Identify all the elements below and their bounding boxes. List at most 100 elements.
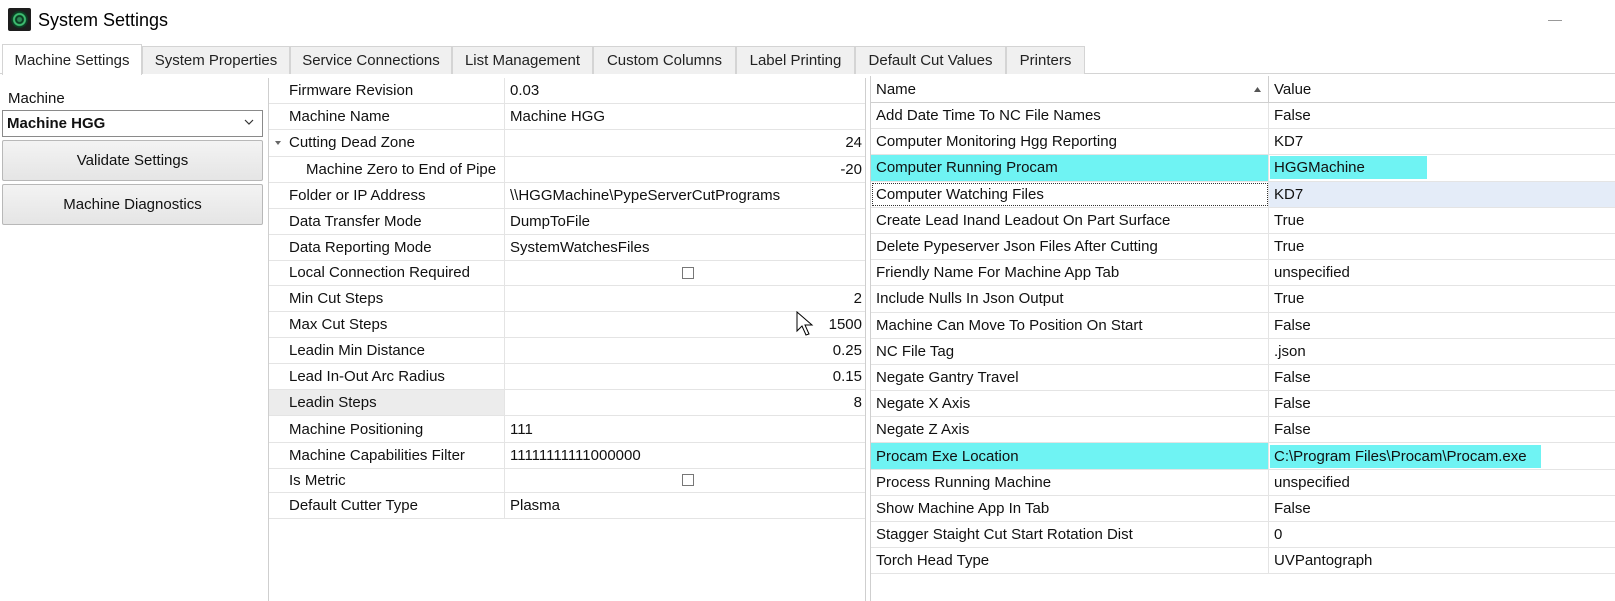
table-row[interactable]: Show Machine App In Tab False [871,495,1615,522]
property-name: Local Connection Required [269,261,505,285]
setting-value[interactable]: False [1270,417,1615,442]
property-row[interactable]: Leadin Min Distance 0.25 [269,337,865,365]
property-row[interactable]: Machine Zero to End of Pipe -20 [269,156,865,183]
property-value[interactable]: DumpToFile [506,209,865,234]
property-row[interactable]: Leadin Steps 8 [269,390,865,417]
column-header-name[interactable]: Name [871,76,1269,102]
property-value[interactable]: 0.15 [506,364,865,389]
setting-value[interactable]: True [1270,234,1615,259]
machine-diagnostics-button[interactable]: Machine Diagnostics [2,184,263,225]
column-header-value[interactable]: Value [1270,76,1615,102]
minimize-button[interactable] [1542,12,1570,28]
property-value[interactable]: -20 [506,157,865,182]
property-row[interactable]: Default Cutter Type Plasma [269,493,865,520]
property-row[interactable]: Machine Capabilities Filter 1111111111100… [269,442,865,469]
setting-value[interactable]: unspecified [1270,470,1615,495]
tab-system-properties[interactable]: System Properties [142,46,290,74]
window-title: System Settings [38,10,169,30]
table-row[interactable]: Machine Can Move To Position On Start Fal… [871,312,1615,339]
tab-printers[interactable]: Printers [1006,46,1085,74]
property-value[interactable]: 11111111111000000 [506,443,865,468]
table-header: Name Value [871,76,1615,103]
property-row[interactable]: Min Cut Steps 2 [269,285,865,312]
property-value[interactable]: Plasma [506,493,865,518]
tab-machine-settings[interactable]: Machine Settings [2,44,142,75]
setting-value[interactable]: False [1270,365,1615,390]
property-value[interactable]: 24 [506,130,865,155]
highlighted-value: HGGMachine [1270,156,1427,180]
property-row[interactable]: Local Connection Required [269,261,865,286]
sort-ascending-icon [1254,87,1261,92]
table-row[interactable]: Torch Head Type UVPantograph [871,548,1615,575]
property-value[interactable]: 1500 [506,312,865,337]
setting-value[interactable]: 0 [1270,522,1615,547]
table-row[interactable]: Computer Running Procam HGGMachine [871,155,1615,182]
table-row[interactable]: Negate X Axis False [871,391,1615,418]
checkbox[interactable] [681,266,694,279]
tab-default-cut-values[interactable]: Default Cut Values [855,46,1006,74]
property-name: Default Cutter Type [269,493,505,519]
setting-value[interactable]: False [1270,391,1615,416]
table-row[interactable]: Process Running Machine unspecified [871,469,1615,496]
tab-custom-columns[interactable]: Custom Columns [593,46,736,74]
table-row[interactable]: Add Date Time To NC File Names False [871,103,1615,130]
property-checkbox-cell[interactable] [506,261,865,284]
property-checkbox-cell[interactable] [506,469,865,492]
setting-name: Computer Running Procam [871,155,1269,181]
property-value[interactable]: \\HGGMachine\PypeServerCutPrograms [506,183,865,208]
table-row[interactable]: Computer Monitoring Hgg Reporting KD7 [871,129,1615,156]
table-row[interactable]: Create Lead Inand Leadout On Part Surfac… [871,207,1615,234]
property-row[interactable]: Data Transfer Mode DumpToFile [269,208,865,236]
property-value[interactable]: Machine HGG [506,104,865,129]
table-row[interactable]: Friendly Name For Machine App Tab unspeci… [871,260,1615,287]
property-row[interactable]: Folder or IP Address \\HGGMachine\PypeSer… [269,182,865,209]
property-row[interactable]: Firmware Revision 0.03 [269,78,865,105]
property-value[interactable]: 0.25 [506,338,865,363]
property-value[interactable]: 2 [506,286,865,311]
property-row[interactable]: Cutting Dead Zone 24 [269,130,865,157]
table-row[interactable]: Negate Z Axis False [871,417,1615,444]
property-row[interactable]: Machine Positioning 111 [269,416,865,443]
property-row[interactable]: Data Reporting Mode SystemWatchesFiles [269,235,865,262]
setting-value[interactable]: True [1270,286,1615,311]
property-value[interactable]: 111 [506,416,865,441]
table-row[interactable]: Delete Pypeserver Json Files After Cutti… [871,233,1615,261]
machine-property-grid: Firmware Revision 0.03 Machine Name Machine… [268,78,866,601]
setting-name: Negate X Axis [871,391,1269,417]
setting-value[interactable]: KD7 [1270,129,1615,154]
tab-label-printing[interactable]: Label Printing [736,46,855,74]
property-row[interactable]: Max Cut Steps 1500 [269,311,865,338]
property-value[interactable]: 8 [506,390,865,415]
system-property-table: Name Value Add Date Time To NC File Name… [870,76,1615,601]
setting-value[interactable]: .json [1270,339,1615,364]
validate-settings-button[interactable]: Validate Settings [2,140,263,181]
machine-dropdown[interactable]: Machine HGG [2,110,263,137]
setting-value[interactable]: True [1270,208,1615,233]
property-row[interactable]: Is Metric [269,468,865,493]
setting-name: Process Running Machine [871,469,1269,495]
setting-value[interactable]: KD7 [1270,181,1615,207]
setting-value[interactable]: False [1270,103,1615,128]
tab-list-management[interactable]: List Management [452,46,593,74]
setting-name: Procam Exe Location [871,443,1269,469]
property-row[interactable]: Machine Name Machine HGG [269,104,865,131]
table-row[interactable]: Stagger Staight Cut Start Rotation Dist 0 [871,522,1615,549]
table-row[interactable]: Negate Gantry Travel False [871,364,1615,392]
property-name: Machine Name [269,104,505,130]
tab-service-connections[interactable]: Service Connections [290,46,452,74]
table-row[interactable]: Include Nulls In Json Output True [871,286,1615,313]
setting-value[interactable]: False [1270,313,1615,338]
setting-value[interactable]: False [1270,496,1615,521]
property-row[interactable]: Lead In-Out Arc Radius 0.15 [269,364,865,391]
property-name: Data Transfer Mode [269,208,505,235]
setting-value[interactable]: HGGMachine [1270,155,1615,180]
setting-value[interactable]: C:\Program Files\Procam\Procam.exe [1270,443,1615,468]
property-value[interactable]: 0.03 [506,78,865,103]
setting-value[interactable]: UVPantograph [1270,548,1615,573]
table-row[interactable]: Procam Exe Location C:\Program Files\Proc… [871,443,1615,470]
checkbox[interactable] [681,474,694,487]
table-row[interactable]: Computer Watching Files KD7 [871,181,1615,208]
setting-value[interactable]: unspecified [1270,260,1615,285]
property-value[interactable]: SystemWatchesFiles [506,235,865,260]
table-row[interactable]: NC File Tag .json [871,338,1615,365]
